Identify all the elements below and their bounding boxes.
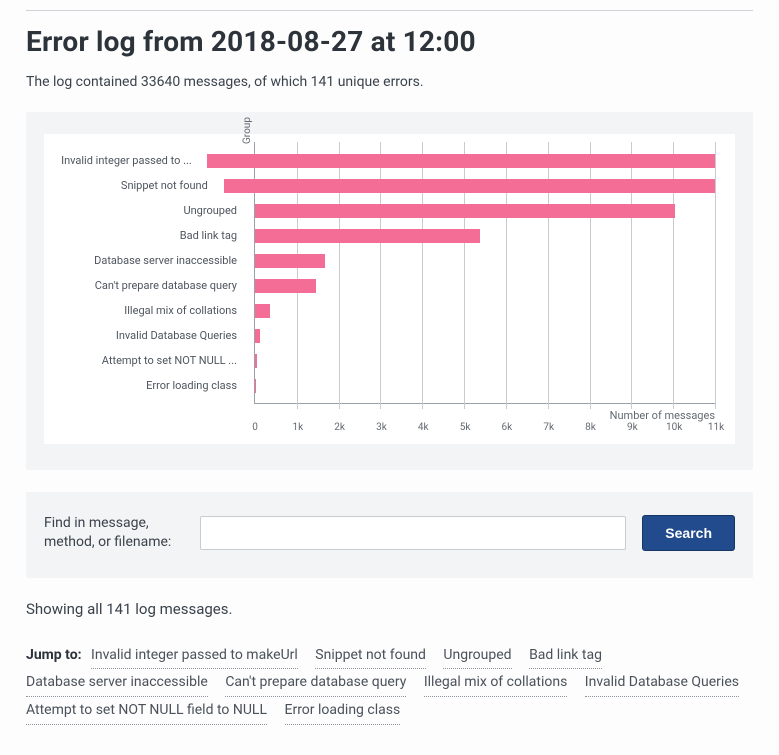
- top-divider: [26, 10, 753, 11]
- jump-link[interactable]: Invalid Database Queries: [585, 669, 739, 697]
- chart-tick-label: 3k: [376, 422, 387, 433]
- chart-row: Invalid integer passed to ...: [45, 148, 715, 173]
- jump-link[interactable]: Attempt to set NOT NULL field to NULL: [26, 697, 267, 725]
- results-summary: Showing all 141 log messages.: [26, 600, 753, 618]
- error-count-chart: Group 01k2k3k4k5k6k7k8k9k10k11kInvalid i…: [44, 134, 735, 444]
- jump-to-label: Jump to:: [26, 647, 82, 663]
- jump-link[interactable]: Snippet not found: [315, 642, 426, 670]
- chart-bar: [224, 179, 715, 193]
- chart-category-label: Snippet not found: [45, 179, 216, 192]
- search-panel: Find in message, method, or filename: Se…: [26, 492, 753, 578]
- chart-bar: [255, 329, 260, 343]
- chart-bar: [255, 304, 270, 318]
- search-button[interactable]: Search: [642, 515, 735, 551]
- chart-category-label: Database server inaccessible: [45, 254, 245, 267]
- chart-bar: [255, 229, 480, 243]
- chart-row: Snippet not found: [45, 173, 715, 198]
- chart-y-axis-label: Group: [242, 117, 253, 144]
- chart-category-label: Invalid Database Queries: [45, 329, 245, 342]
- chart-plot-area: 01k2k3k4k5k6k7k8k9k10k11kInvalid integer…: [254, 142, 715, 404]
- chart-category-label: Error loading class: [45, 379, 245, 392]
- jump-link[interactable]: Ungrouped: [443, 642, 511, 670]
- chart-row: Ungrouped: [45, 198, 715, 223]
- chart-tick-label: 5k: [460, 422, 471, 433]
- jump-link[interactable]: Invalid integer passed to makeUrl: [91, 642, 298, 670]
- chart-category-label: Attempt to set NOT NULL ...: [45, 354, 245, 367]
- chart-tick-label: 4k: [418, 422, 429, 433]
- chart-gridline: 11k: [715, 142, 716, 409]
- page-title: Error log from 2018-08-27 at 12:00: [26, 25, 753, 58]
- chart-tick-label: 11k: [708, 422, 724, 433]
- page-subtitle: The log contained 33640 messages, of whi…: [26, 74, 753, 90]
- chart-bar: [255, 379, 256, 393]
- chart-tick-label: 2k: [334, 422, 345, 433]
- chart-tick-label: 7k: [543, 422, 554, 433]
- chart-category-label: Illegal mix of collations: [45, 304, 245, 317]
- chart-x-axis-label: Number of messages: [610, 409, 715, 422]
- jump-link[interactable]: Illegal mix of collations: [424, 669, 567, 697]
- chart-row: Attempt to set NOT NULL ...: [45, 348, 715, 373]
- search-input[interactable]: [200, 516, 626, 550]
- jump-link[interactable]: Can't prepare database query: [225, 669, 406, 697]
- chart-bar: [255, 354, 257, 368]
- chart-tick-label: 6k: [502, 422, 513, 433]
- chart-bar: [255, 279, 316, 293]
- chart-tick-label: 8k: [585, 422, 596, 433]
- chart-tick-label: 0: [252, 422, 258, 433]
- chart-category-label: Can't prepare database query: [45, 279, 245, 292]
- chart-row: Can't prepare database query: [45, 273, 715, 298]
- chart-panel: Group 01k2k3k4k5k6k7k8k9k10k11kInvalid i…: [26, 112, 753, 470]
- chart-category-label: Invalid integer passed to ...: [45, 154, 200, 167]
- search-label: Find in message, method, or filename:: [44, 514, 184, 552]
- chart-category-label: Bad link tag: [45, 229, 245, 242]
- chart-row: Illegal mix of collations: [45, 298, 715, 323]
- chart-row: Invalid Database Queries: [45, 323, 715, 348]
- chart-row: Bad link tag: [45, 223, 715, 248]
- chart-row: Error loading class: [45, 373, 715, 398]
- chart-bar: [255, 254, 325, 268]
- jump-link[interactable]: Error loading class: [285, 697, 401, 725]
- jump-link[interactable]: Bad link tag: [529, 642, 602, 670]
- chart-bar: [207, 154, 715, 168]
- chart-bar: [255, 204, 675, 218]
- chart-category-label: Ungrouped: [45, 204, 245, 217]
- chart-tick-label: 9k: [627, 422, 638, 433]
- chart-tick-label: 10k: [666, 422, 682, 433]
- chart-tick-label: 1k: [292, 422, 303, 433]
- page-root: Error log from 2018-08-27 at 12:00 The l…: [0, 0, 779, 755]
- jump-link[interactable]: Database server inaccessible: [26, 669, 208, 697]
- chart-row: Database server inaccessible: [45, 248, 715, 273]
- jump-to-nav: Jump to: Invalid integer passed to makeU…: [26, 642, 753, 725]
